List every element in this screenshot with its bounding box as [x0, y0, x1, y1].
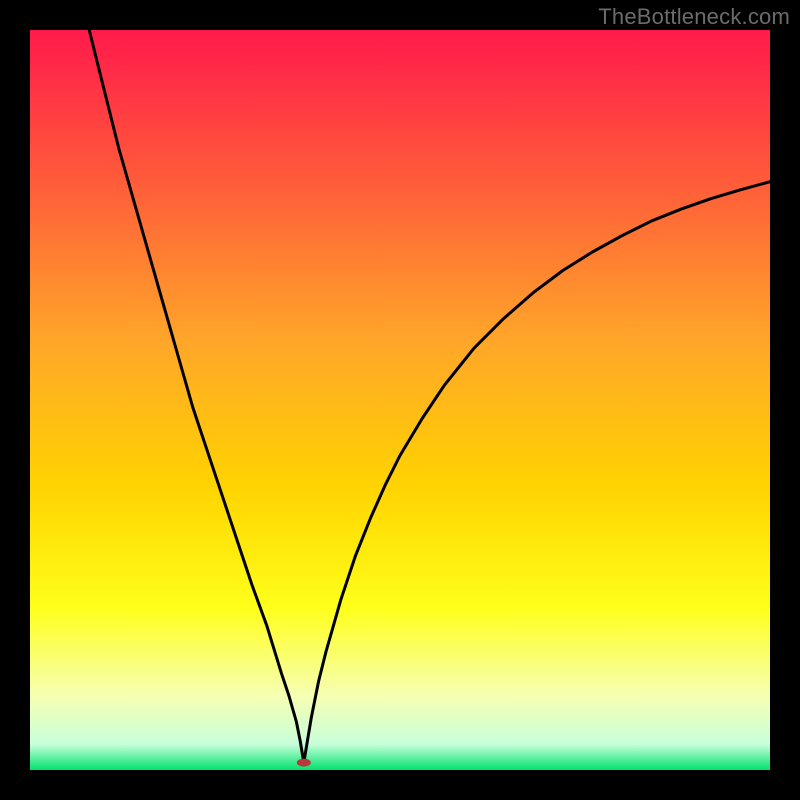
watermark-text: TheBottleneck.com	[598, 4, 790, 30]
gradient-background	[30, 30, 770, 770]
optimal-marker	[297, 759, 311, 767]
chart-frame: TheBottleneck.com	[0, 0, 800, 800]
chart-svg	[30, 30, 770, 770]
plot-area	[30, 30, 770, 770]
